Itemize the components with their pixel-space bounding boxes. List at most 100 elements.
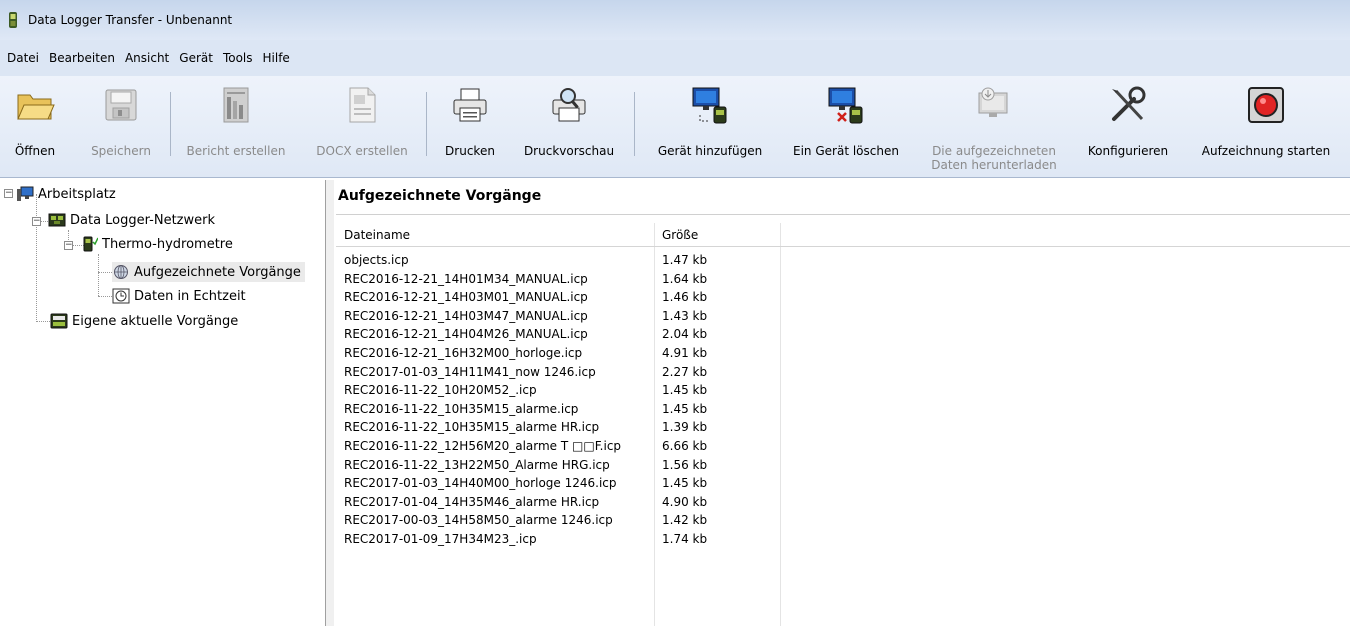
file-name-cell: REC2017-01-03_14H11M41_now 1246.icp (344, 364, 596, 379)
table-row[interactable]: REC2016-11-22_10H20M52_.icp 1.45 kb (336, 381, 1350, 399)
file-name-cell: REC2016-12-21_14H01M34_MANUAL.icp (344, 271, 588, 286)
file-name-cell: REC2016-12-21_14H04M26_MANUAL.icp (344, 327, 588, 342)
file-size-cell: 4.90 kb (662, 494, 708, 509)
add-device-icon (689, 84, 731, 126)
create-report-button[interactable]: Bericht erstellen (176, 84, 296, 176)
menu-device[interactable]: Gerät (174, 51, 218, 65)
file-name-cell: REC2016-12-21_16H32M00_horloge.icp (344, 346, 583, 360)
menu-view[interactable]: Ansicht (120, 51, 174, 65)
file-size-cell: 1.74 kb (662, 532, 708, 546)
computer-icon (16, 186, 34, 202)
file-size-cell: 4.91 kb (662, 346, 708, 360)
globe-icon (112, 264, 130, 280)
collapse-toggle[interactable]: − (32, 217, 41, 226)
file-name-cell: REC2017-01-09_17H34M23_.icp (344, 532, 537, 546)
menu-help[interactable]: Hilfe (258, 51, 295, 65)
file-name-cell: REC2016-11-22_12H56M20_alarme T □□F.icp (344, 439, 622, 453)
file-name-cell: objects.icp (344, 253, 409, 267)
menu-bar: Datei Bearbeiten Ansicht Gerät Tools Hil… (0, 40, 1350, 76)
table-row[interactable]: REC2016-12-21_14H04M26_MANUAL.icp 2.04 kb (336, 325, 1350, 343)
table-row[interactable]: REC2016-11-22_13H22M50_Alarme HRG.icp 1.5… (336, 456, 1350, 474)
table-row[interactable]: REC2017-01-04_14H35M46_alarme HR.icp 4.90… (336, 493, 1350, 511)
download-label-line2: Daten herunterladen (931, 158, 1057, 172)
tree-item-label: Aufgezeichnete Vorgänge (134, 264, 301, 280)
printer-icon (449, 84, 491, 126)
add-device-button[interactable]: Gerät hinzufügen (648, 84, 772, 176)
tree-item-network[interactable]: Data Logger-Netzwerk (48, 210, 215, 230)
table-row[interactable]: REC2016-11-22_10H35M15_alarme.icp 1.45 kb (336, 400, 1350, 418)
menu-edit[interactable]: Bearbeiten (44, 51, 120, 65)
file-size-cell: 1.56 kb (662, 457, 708, 472)
collapse-toggle[interactable]: − (64, 241, 73, 250)
toolbar-separator (170, 92, 171, 156)
clock-icon (112, 288, 130, 304)
table-row[interactable]: objects.icp 1.47 kb (336, 251, 1350, 269)
tree-item-label: Arbeitsplatz (38, 186, 116, 202)
pane-splitter[interactable] (326, 180, 334, 626)
create-docx-button[interactable]: DOCX erstellen (312, 84, 412, 176)
panel-title: Aufgezeichnete Vorgänge (338, 188, 542, 204)
table-row[interactable]: REC2016-12-21_14H03M47_MANUAL.icp 1.43 kb (336, 307, 1350, 325)
print-preview-button[interactable]: Druckvorschau (516, 84, 622, 176)
report-icon (215, 84, 257, 126)
start-recording-button[interactable]: Aufzeichnung starten (1190, 84, 1342, 176)
menu-tools[interactable]: Tools (218, 51, 258, 65)
file-size-cell: 1.45 kb (662, 383, 708, 398)
tree-connector (36, 194, 37, 322)
toolbar: Öffnen Speichern Bericht erstellen DOCX … (0, 76, 1350, 178)
tree-item-realtime[interactable]: Daten in Echtzeit (112, 286, 246, 306)
tree-item-own-records[interactable]: Eigene aktuelle Vorgänge (50, 311, 238, 331)
table-row[interactable]: REC2017-00-03_14H58M50_alarme 1246.icp 1.… (336, 511, 1350, 529)
file-name-cell: REC2016-11-22_10H35M15_alarme HR.icp (344, 420, 600, 435)
file-name-cell: REC2016-11-22_10H20M52_.icp (344, 383, 537, 398)
toolbar-separator (634, 92, 635, 156)
file-name-cell: REC2016-11-22_13H22M50_Alarme HRG.icp (344, 457, 610, 472)
file-size-cell: 1.42 kb (662, 513, 708, 528)
configure-button[interactable]: Konfigurieren (1080, 84, 1176, 176)
open-button[interactable]: Öffnen (6, 84, 64, 176)
tree-item-label: Eigene aktuelle Vorgänge (72, 313, 239, 329)
window-title: Data Logger Transfer - Unbenannt (28, 13, 233, 27)
delete-device-button[interactable]: Ein Gerät löschen (782, 84, 910, 176)
file-size-cell: 1.43 kb (662, 308, 708, 323)
toolbar-separator (426, 92, 427, 156)
file-name-cell: REC2017-00-03_14H58M50_alarme 1246.icp (344, 513, 613, 528)
tree-item-workspace[interactable]: Arbeitsplatz (16, 184, 116, 204)
print-preview-icon (548, 84, 590, 126)
table-row[interactable]: REC2016-12-21_14H03M01_MANUAL.icp 1.46 kb (336, 288, 1350, 306)
tree-item-device[interactable]: Thermo-hydrometre (80, 234, 233, 254)
tree-connector (98, 254, 99, 296)
download-data-button[interactable]: Die aufgezeichneten Daten herunterladen (924, 84, 1064, 176)
network-icon (48, 212, 66, 228)
collapse-toggle[interactable]: − (4, 189, 13, 198)
file-size-cell: 1.39 kb (662, 420, 708, 435)
file-name-cell: REC2016-12-21_14H03M47_MANUAL.icp (344, 308, 588, 323)
column-header-size[interactable]: Größe (654, 223, 780, 247)
download-label-line1: Die aufgezeichneten (932, 144, 1056, 158)
table-row[interactable]: REC2017-01-09_17H34M23_.icp 1.74 kb (336, 530, 1350, 548)
table-header: Dateiname Größe (336, 223, 1350, 247)
file-name-cell: REC2017-01-04_14H35M46_alarme HR.icp (344, 494, 600, 509)
menu-file[interactable]: Datei (2, 51, 44, 65)
file-name-cell: REC2016-11-22_10H35M15_alarme.icp (344, 401, 579, 416)
tree-panel: − − − Arbeitsplatz Data Logger-Netzwerk … (4, 180, 326, 626)
table-row[interactable]: REC2017-01-03_14H40M00_horloge 1246.icp 1… (336, 474, 1350, 492)
tools-icon (1107, 84, 1149, 126)
file-size-cell: 1.46 kb (662, 290, 708, 305)
table-row[interactable]: REC2016-11-22_10H35M15_alarme HR.icp 1.39… (336, 418, 1350, 436)
file-size-cell: 1.47 kb (662, 253, 708, 267)
table-row[interactable]: REC2016-11-22_12H56M20_alarme T □□F.icp 6… (336, 437, 1350, 455)
table-row[interactable]: REC2016-12-21_16H32M00_horloge.icp 4.91 k… (336, 344, 1350, 362)
tree-item-label: Data Logger-Netzwerk (70, 212, 215, 228)
print-button[interactable]: Drucken (432, 84, 508, 176)
file-size-cell: 2.27 kb (662, 364, 708, 379)
app-icon (9, 12, 17, 28)
file-name-cell: REC2017-01-03_14H40M00_horloge 1246.icp (344, 476, 617, 491)
save-button[interactable]: Speichern (86, 84, 156, 176)
table-row[interactable]: REC2017-01-03_14H11M41_now 1246.icp 2.27 … (336, 363, 1350, 381)
column-header-filename[interactable]: Dateiname (336, 223, 654, 247)
tree-item-recorded[interactable]: Aufgezeichnete Vorgänge (112, 262, 305, 282)
table-row[interactable]: REC2016-12-21_14H01M34_MANUAL.icp 1.64 kb (336, 270, 1350, 288)
file-size-cell: 1.45 kb (662, 476, 708, 491)
docx-icon (341, 84, 383, 126)
